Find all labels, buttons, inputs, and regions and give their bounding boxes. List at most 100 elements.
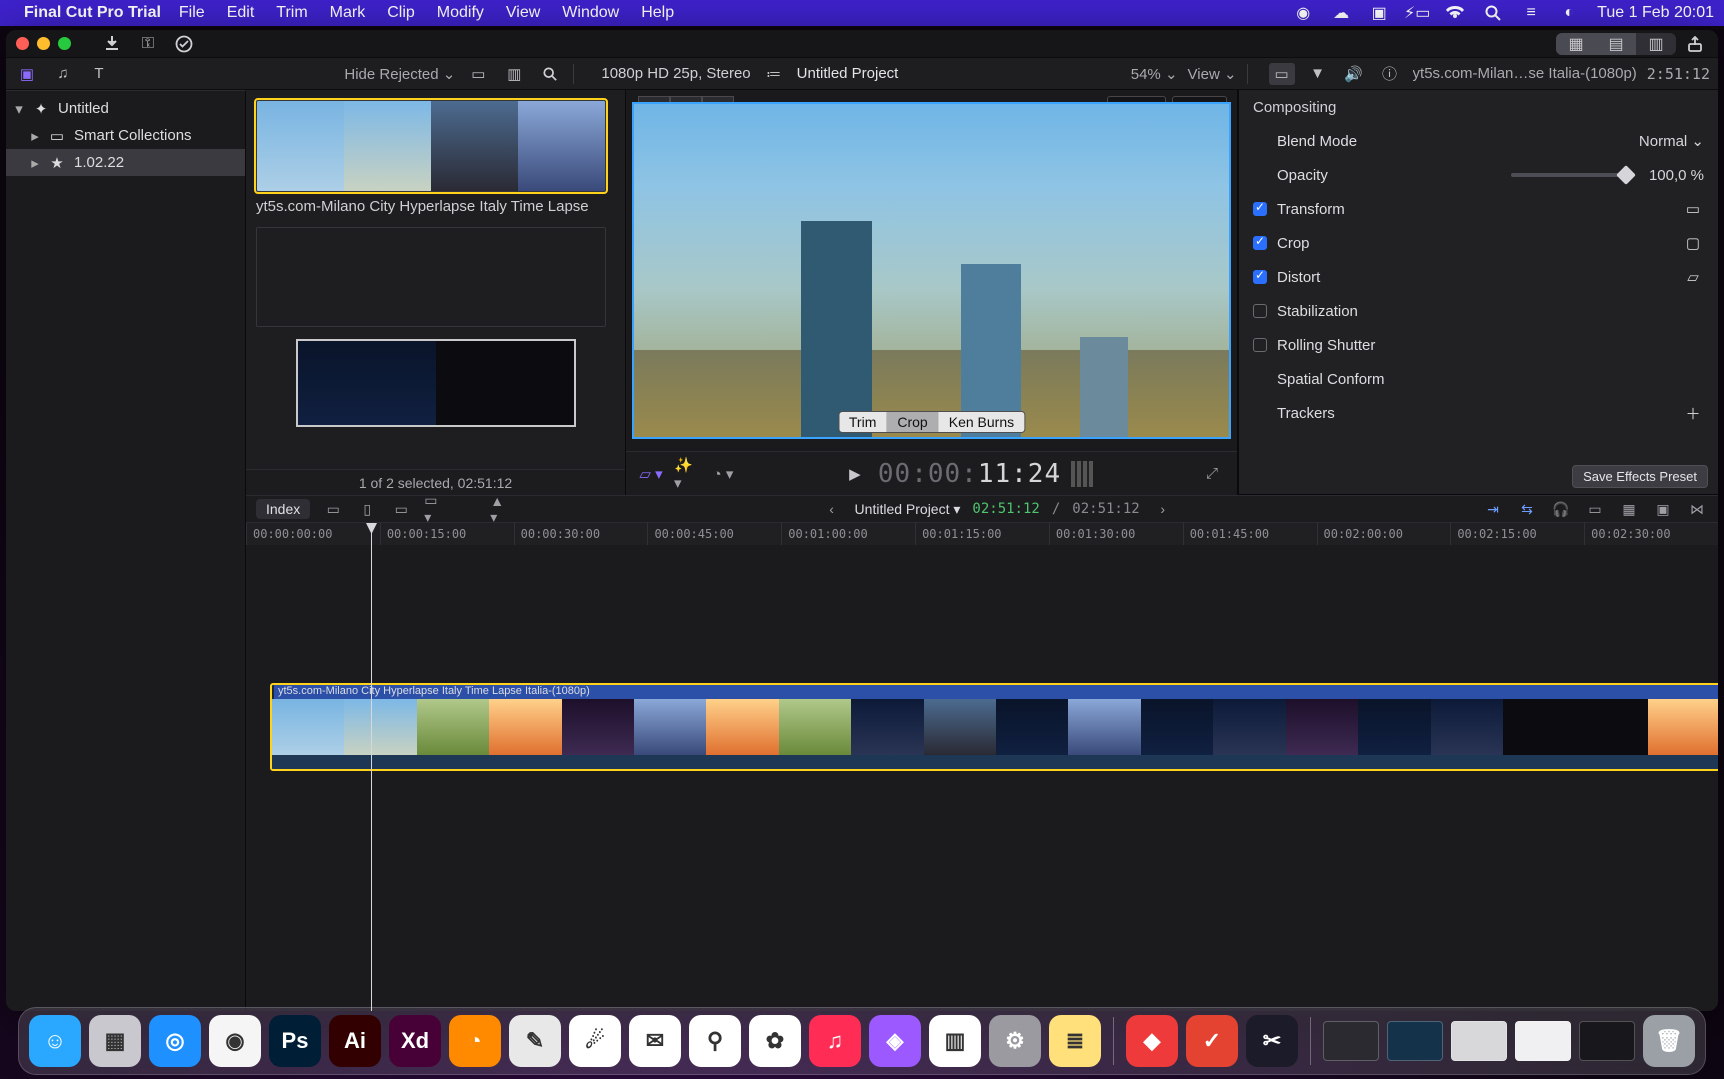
insp-info-tab-icon[interactable]: ⓘ [1377,63,1403,85]
menu-view[interactable]: View [506,4,540,22]
insp-audio-tab-icon[interactable]: 🔊 [1341,63,1367,85]
insp-opacity[interactable]: Opacity 100,0 % [1239,158,1718,192]
menubar-clock[interactable]: Tue 1 Feb 20:01 [1597,4,1714,22]
layout-inspector-icon[interactable]: ▥ [1636,33,1676,55]
workspace-layout-segmented[interactable]: ▦ ▤ ▥ [1556,33,1676,55]
close-window-button[interactable] [16,37,29,50]
library-icon[interactable]: ▣ [14,63,40,85]
import-icon[interactable] [99,33,125,55]
timeline-ruler[interactable]: 00:00:00:00 00:00:15:00 00:00:30:00 00:0… [246,523,1718,545]
timeline-history-fwd-icon[interactable]: › [1152,499,1174,519]
insp-crop[interactable]: Crop ▢ [1239,226,1718,260]
titles-generators-icon[interactable]: T [86,63,112,85]
dock-app-podcasts[interactable]: ◈ [869,1015,921,1067]
background-tasks-icon[interactable] [171,33,197,55]
distort-checkbox[interactable] [1253,270,1267,284]
squares-icon[interactable]: ▣ [1369,3,1389,23]
dock-app-photoshop[interactable]: Ps [269,1015,321,1067]
menu-clip[interactable]: Clip [387,4,415,22]
minimize-window-button[interactable] [37,37,50,50]
playhead[interactable] [371,523,372,1011]
overwrite-clip-icon[interactable]: ▭ ▾ [424,499,446,519]
sidebar-library[interactable]: ▾ ✦ Untitled [6,95,245,122]
menu-trim[interactable]: Trim [276,4,307,22]
project-settings-icon[interactable]: ≔ [761,63,787,85]
menu-file[interactable]: File [179,4,205,22]
crop-onscreen-icon[interactable]: ▢ [1682,233,1704,253]
viewer-view-menu[interactable]: View ⌄ [1188,65,1237,83]
search-icon[interactable] [1483,3,1503,23]
insp-spatial-conform[interactable]: Spatial Conform [1239,362,1718,396]
connect-clip-icon[interactable]: ▭ [322,499,344,519]
snapping-icon[interactable]: ⇥ [1482,499,1504,519]
keyword-icon[interactable]: ⚿ [135,33,161,55]
distort-onscreen-icon[interactable]: ▱ [1682,267,1704,287]
menu-help[interactable]: Help [641,4,674,22]
wifi-icon[interactable] [1445,3,1465,23]
dock-app-mail[interactable]: ✉ [629,1015,681,1067]
browser-clip-1[interactable]: yt5s.com-Milano City Hyperlapse Italy Ti… [256,100,615,215]
crop-tab-trim[interactable]: Trim [839,412,887,432]
menu-mark[interactable]: Mark [330,4,366,22]
crop-checkbox[interactable] [1253,236,1267,250]
blend-mode-value[interactable]: Normal ⌄ [1639,132,1704,150]
dock-minimized-window[interactable] [1515,1021,1571,1061]
skimming-icon[interactable]: ⇆ [1516,499,1538,519]
dock-app-finalcut[interactable]: ✂ [1246,1015,1298,1067]
transitions-browser-icon[interactable]: ⋈ [1686,499,1708,519]
dock-app-photos[interactable]: ✿ [749,1015,801,1067]
clip-appearance-icon[interactable]: ▭ [465,63,491,85]
dock-app-xd[interactable]: Xd [389,1015,441,1067]
opacity-slider[interactable] [1511,173,1631,177]
solo-icon[interactable]: ▭ [1584,499,1606,519]
battery-icon[interactable]: ⚡︎▭ [1407,3,1427,23]
dock-app-sketch[interactable]: ✎ [509,1015,561,1067]
insp-blend-mode[interactable]: Blend Mode Normal ⌄ [1239,124,1718,158]
save-effects-preset-button[interactable]: Save Effects Preset [1572,465,1708,488]
fullscreen-window-button[interactable] [58,37,71,50]
enhance-tool-icon[interactable]: ✨ ▾ [674,463,700,485]
rolling-shutter-checkbox[interactable] [1253,338,1267,352]
sidebar-smart-collections[interactable]: ▸ ▭ Smart Collections [6,122,245,149]
dock-app-notes[interactable]: ≣ [1049,1015,1101,1067]
append-clip-icon[interactable]: ▭ [390,499,412,519]
transform-checkbox[interactable] [1253,202,1267,216]
siri-icon[interactable]: ◐ [1559,3,1579,23]
dock-app-chrome[interactable]: ◉ [209,1015,261,1067]
browser-clip-3[interactable] [296,339,576,427]
timeline-index-button[interactable]: Index [256,499,310,519]
select-tool-icon[interactable]: ▲ ▾ [490,499,512,519]
dock-app-launchpad[interactable]: ▦ [89,1015,141,1067]
transform-onscreen-icon[interactable]: ▭ [1682,199,1704,219]
dock-minimized-window[interactable] [1451,1021,1507,1061]
clip-grouping-icon[interactable]: ▥ [501,63,527,85]
photos-audio-icon[interactable]: ♫ [50,63,76,85]
filter-hide-rejected[interactable]: Hide Rejected ⌄ [344,65,455,83]
sidebar-event[interactable]: ▸ ★ 1.02.22 [6,149,245,176]
insp-color-tab-icon[interactable]: ▼ [1305,63,1331,85]
timeline-appearance-icon[interactable]: ▦ [1618,499,1640,519]
timeline[interactable]: 00:00:00:00 00:00:15:00 00:00:30:00 00:0… [246,523,1718,1011]
dock-app-music[interactable]: ♫ [809,1015,861,1067]
add-tracker-icon[interactable]: ＋ [1682,403,1704,423]
audio-skimming-icon[interactable]: 🎧 [1550,499,1572,519]
timeline-history-back-icon[interactable]: ‹ [821,499,843,519]
insp-transform[interactable]: Transform ▭ [1239,192,1718,226]
dock-minimized-window[interactable] [1323,1021,1379,1061]
layout-timeline-icon[interactable]: ▤ [1596,33,1636,55]
dock-app-illustrator[interactable]: Ai [329,1015,381,1067]
timeline-project-name[interactable]: Untitled Project ▾ [855,501,961,518]
browser-clip-2[interactable] [256,227,615,327]
viewer-zoom[interactable]: 54% ⌄ [1131,65,1178,83]
dock-app-settings[interactable]: ⚙ [989,1015,1041,1067]
dock-app-maps[interactable]: ⚲ [689,1015,741,1067]
dock-app-blender[interactable]: ◔ [449,1015,501,1067]
stabilization-checkbox[interactable] [1253,304,1267,318]
crop-tab-crop[interactable]: Crop [887,412,938,432]
dock-app-messenger[interactable]: ☄ [569,1015,621,1067]
insp-stabilization[interactable]: Stabilization [1239,294,1718,328]
layout-browser-icon[interactable]: ▦ [1556,33,1596,55]
play-icon[interactable]: ▶ [842,463,868,485]
dock-minimized-window[interactable] [1579,1021,1635,1061]
timecode-display[interactable]: 00:00:11:24 [878,459,1061,489]
